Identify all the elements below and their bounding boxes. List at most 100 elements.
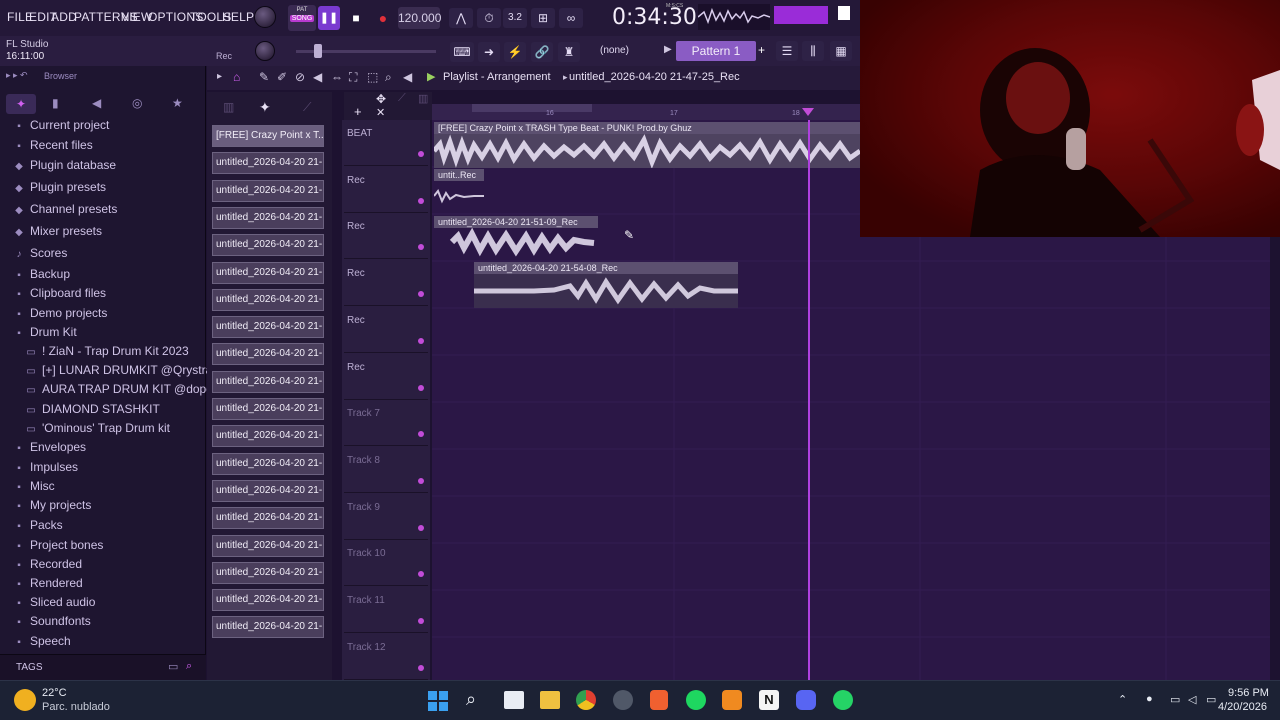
browser-item[interactable]: ▪ Impulses: [12, 460, 78, 479]
browser-nav-icons[interactable]: ▸ ▸ ↶: [6, 70, 28, 81]
clip-rec-2[interactable]: untitled_2026-04-20 21-51-09_Rec: [434, 216, 598, 260]
weather-desc[interactable]: Parc. nublado: [42, 701, 110, 713]
clip-source-item[interactable]: untitled_2026-04-20 21-...: [212, 425, 324, 448]
piano-icon[interactable]: ⌨: [450, 42, 474, 62]
wait-input-icon[interactable]: ⏱: [477, 8, 501, 28]
track-header[interactable]: BEAT: [344, 120, 428, 166]
browser-item[interactable]: ▪ Misc: [12, 479, 54, 498]
spotify-icon[interactable]: [686, 690, 706, 710]
clip-source-item[interactable]: untitled_2026-04-20 21-...: [212, 589, 324, 612]
track-header[interactable]: Rec: [344, 307, 428, 353]
track-mute-dot[interactable]: [418, 571, 424, 578]
window-control[interactable]: [838, 6, 850, 20]
track-header[interactable]: Track 11: [344, 587, 428, 633]
browser-item[interactable]: ▪ Speech: [12, 634, 70, 653]
countdown-icon[interactable]: 3.2: [503, 8, 527, 28]
pattern-prev-icon[interactable]: ▶: [664, 44, 672, 55]
paint-icon[interactable]: ✐: [277, 70, 287, 84]
settings-gear-icon[interactable]: [613, 690, 633, 710]
track-mute-dot[interactable]: [418, 291, 424, 298]
tempo-display[interactable]: 120.000: [398, 7, 441, 29]
browser-item[interactable]: ▪ Sliced audio: [12, 595, 95, 614]
clip-source-item[interactable]: untitled_2026-04-20 21-...: [212, 343, 324, 366]
browser-item[interactable]: ▪ Packs: [12, 518, 62, 537]
track-mute-dot[interactable]: [418, 337, 424, 344]
browser-item[interactable]: ▪ Current project: [12, 118, 109, 137]
browser-item[interactable]: ▪ My projects: [12, 498, 91, 517]
tag-folder-icon[interactable]: ▭: [168, 660, 178, 673]
clip-source-item[interactable]: untitled_2026-04-20 21-...: [212, 452, 324, 475]
clock-time[interactable]: 9:56 PM: [1228, 687, 1269, 699]
record-button[interactable]: ●: [372, 6, 394, 30]
track-header[interactable]: Rec: [344, 213, 428, 260]
clock-date[interactable]: 4/20/2026: [1218, 701, 1267, 713]
track-header[interactable]: Rec: [344, 260, 428, 307]
menu-help[interactable]: HELP: [222, 10, 254, 24]
weather-temp[interactable]: 22°C: [42, 687, 67, 699]
clip-source-item[interactable]: untitled_2026-04-20 21-...: [212, 398, 324, 420]
slip-icon[interactable]: ⇔: [331, 70, 343, 84]
browser-item[interactable]: ▭ DIAMOND STASHKIT: [24, 402, 160, 421]
pattern-selector[interactable]: Pattern 1: [676, 41, 756, 61]
magnet-icon[interactable]: ⌂: [233, 70, 240, 84]
browser-item[interactable]: ▪ Soundfonts: [12, 614, 91, 633]
add-pattern-icon[interactable]: +: [758, 43, 765, 57]
track-header[interactable]: Track 10: [344, 540, 428, 587]
clip-source-item[interactable]: untitled_2026-04-20 21-...: [212, 507, 324, 530]
play-pattern-icon[interactable]: ▶: [427, 70, 435, 83]
battery-icon[interactable]: ▭: [1206, 693, 1216, 706]
clip-source-item[interactable]: untitled_2026-04-20 21-...: [212, 206, 324, 229]
browser-item[interactable]: ▪ Rendered: [12, 576, 83, 595]
browser-item[interactable]: ◆ Mixer presets: [12, 224, 102, 243]
clip-source-item[interactable]: untitled_2026-04-20 21-...: [212, 561, 324, 584]
track-mute-dot[interactable]: [418, 618, 424, 624]
clip-source-item[interactable]: untitled_2026-04-20 21-...: [212, 152, 324, 175]
track-mute-dot[interactable]: [418, 384, 424, 391]
browser-item[interactable]: ▪ Clipboard files: [12, 286, 106, 305]
browser-item[interactable]: ▪ Recent files: [12, 138, 92, 157]
clip-brush-icon[interactable]: ⟋: [303, 100, 311, 115]
browser-item[interactable]: ♪ Scores: [12, 246, 68, 265]
clip-source-item[interactable]: untitled_2026-04-20 21-...: [212, 261, 324, 284]
move-icon[interactable]: ✥: [376, 92, 386, 106]
grid-icon[interactable]: ▥: [418, 92, 428, 105]
discord-icon[interactable]: [796, 690, 816, 710]
pat-song-toggle[interactable]: PAT SONG: [288, 5, 316, 31]
network-icon[interactable]: ▭: [1170, 693, 1180, 706]
track-mute-dot[interactable]: [418, 477, 424, 484]
whatsapp-icon[interactable]: [833, 690, 853, 710]
stamp-icon[interactable]: ♜: [558, 42, 580, 62]
browser-item[interactable]: ▪ Project bones: [12, 538, 103, 557]
search-icon[interactable]: ⌕: [186, 660, 192, 673]
clip-source-item[interactable]: untitled_2026-04-20 21-...: [212, 234, 324, 257]
browser-starred-tab-icon[interactable]: ★: [172, 96, 183, 110]
browser-item[interactable]: ▪ Recorded: [12, 557, 82, 576]
snap-select[interactable]: (none): [600, 45, 629, 56]
stop-button[interactable]: ■: [345, 6, 367, 30]
browser-item[interactable]: ▭ ! ZiaN - Trap Drum Kit 2023: [24, 344, 188, 363]
clip-beat[interactable]: [FREE] Crazy Point x TRASH Type Beat - P…: [432, 122, 862, 169]
link-icon[interactable]: 🔗: [531, 42, 553, 62]
step-edit-icon[interactable]: ⊞: [531, 8, 555, 28]
notion-icon[interactable]: N: [759, 690, 779, 710]
zoom-icon[interactable]: ⌕: [385, 70, 392, 85]
browser-item[interactable]: ▭ AURA TRAP DRUM KIT @dopekit: [24, 382, 225, 401]
add-track-icon[interactable]: +: [354, 104, 362, 119]
clip-source-item[interactable]: untitled_2026-04-20 21-...: [212, 316, 324, 339]
overview-scroll[interactable]: [472, 104, 592, 112]
browser-item[interactable]: ▪ Demo projects: [12, 306, 107, 325]
track-header[interactable]: Track 9: [344, 494, 428, 540]
brave-icon[interactable]: [650, 690, 668, 710]
playhead-marker[interactable]: [802, 108, 814, 116]
clip-rec-3[interactable]: untitled_2026-04-20 21-54-08_Rec: [474, 262, 738, 308]
browser-files-tab-icon[interactable]: ▮: [52, 96, 59, 110]
track-mute-dot[interactable]: [418, 151, 424, 157]
start-icon[interactable]: [428, 691, 448, 711]
playlist-menu-icon[interactable]: ▸: [217, 71, 222, 82]
chrome-icon[interactable]: [576, 690, 596, 710]
clip-source-item[interactable]: untitled_2026-04-20 21-...: [212, 479, 324, 502]
track-header[interactable]: Rec: [344, 167, 428, 213]
metronome-icon[interactable]: ⋀: [449, 8, 473, 28]
pause-button[interactable]: ❚❚: [318, 6, 340, 30]
slice-icon[interactable]: ⛶: [349, 70, 357, 85]
